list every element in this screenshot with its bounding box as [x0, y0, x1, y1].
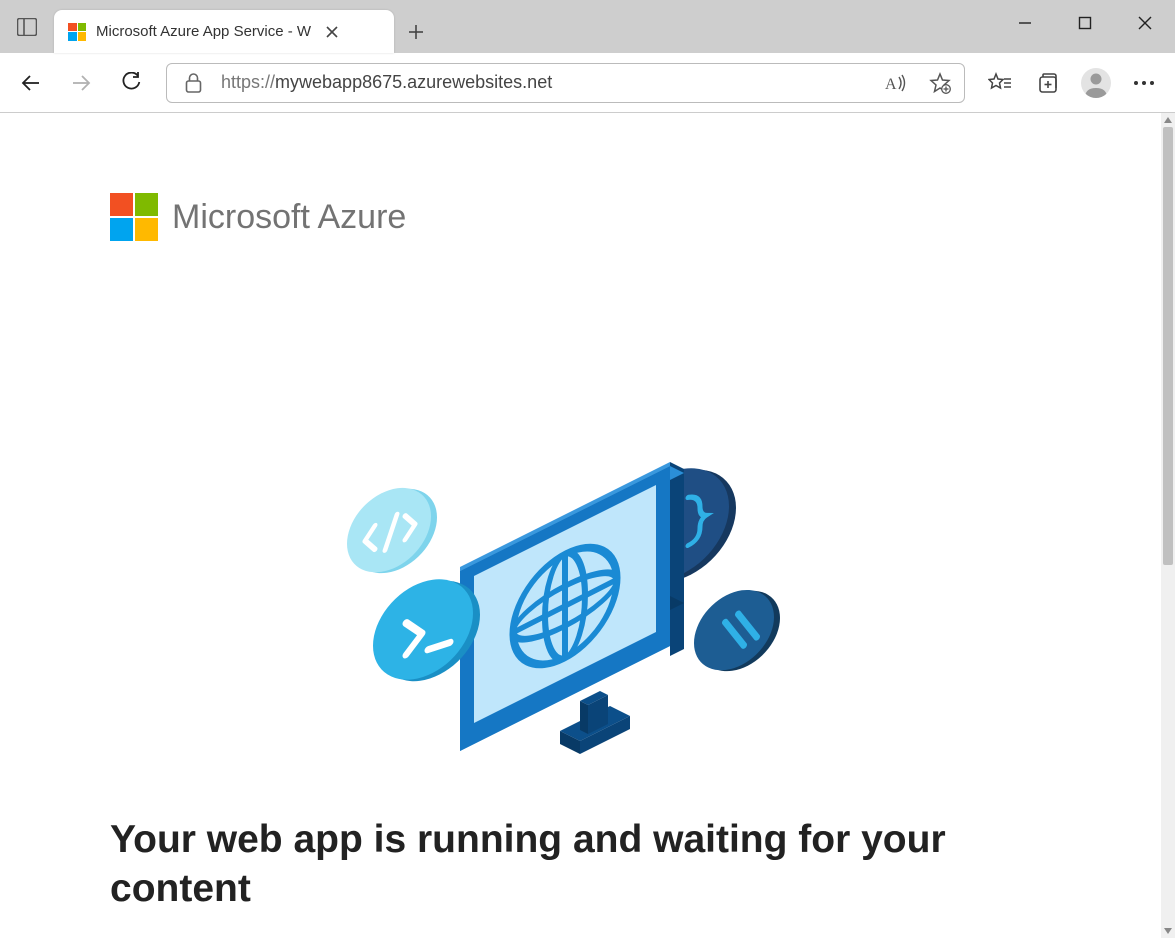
back-button[interactable]: [8, 60, 54, 106]
scroll-track[interactable]: [1161, 127, 1175, 924]
tab-actions-button[interactable]: [0, 0, 54, 53]
collections-button[interactable]: [1025, 60, 1071, 106]
avatar-icon: [1081, 68, 1111, 98]
close-tab-button[interactable]: [321, 21, 343, 43]
new-tab-button[interactable]: [394, 10, 438, 53]
favicon-icon: [68, 23, 86, 41]
browser-tab[interactable]: Microsoft Azure App Service - W: [54, 10, 394, 53]
svg-text:A: A: [885, 76, 897, 92]
settings-more-button[interactable]: [1121, 60, 1167, 106]
scroll-thumb[interactable]: [1163, 127, 1173, 565]
vertical-scrollbar[interactable]: [1161, 113, 1175, 938]
refresh-button[interactable]: [108, 60, 154, 106]
read-aloud-icon[interactable]: A: [880, 67, 912, 99]
address-bar[interactable]: https://mywebapp8675.azurewebsites.net A: [166, 63, 965, 103]
page-headline: Your web app is running and waiting for …: [110, 816, 1030, 914]
page-content: Microsoft Azure: [0, 113, 1161, 914]
maximize-button[interactable]: [1055, 0, 1115, 45]
scroll-down-arrow-icon[interactable]: [1161, 924, 1175, 938]
scroll-up-arrow-icon[interactable]: [1161, 113, 1175, 127]
toolbar-right: [977, 60, 1167, 106]
site-info-lock-icon[interactable]: [177, 67, 209, 99]
favorites-button[interactable]: [977, 60, 1023, 106]
forward-button[interactable]: [58, 60, 104, 106]
tab-title: Microsoft Azure App Service - W: [96, 23, 311, 40]
hero-illustration-icon: [340, 456, 1161, 766]
brand-header: Microsoft Azure: [110, 193, 1161, 241]
add-favorite-icon[interactable]: [924, 67, 956, 99]
profile-button[interactable]: [1073, 60, 1119, 106]
microsoft-logo-icon: [110, 193, 158, 241]
window-title-bar: Microsoft Azure App Service - W: [0, 0, 1175, 53]
url-text: https://mywebapp8675.azurewebsites.net: [221, 72, 868, 93]
window-controls: [995, 0, 1175, 45]
close-window-button[interactable]: [1115, 0, 1175, 45]
brand-text: Microsoft Azure: [172, 198, 406, 237]
page-viewport: Microsoft Azure: [0, 113, 1161, 938]
minimize-button[interactable]: [995, 0, 1055, 45]
toolbar: https://mywebapp8675.azurewebsites.net A: [0, 53, 1175, 113]
